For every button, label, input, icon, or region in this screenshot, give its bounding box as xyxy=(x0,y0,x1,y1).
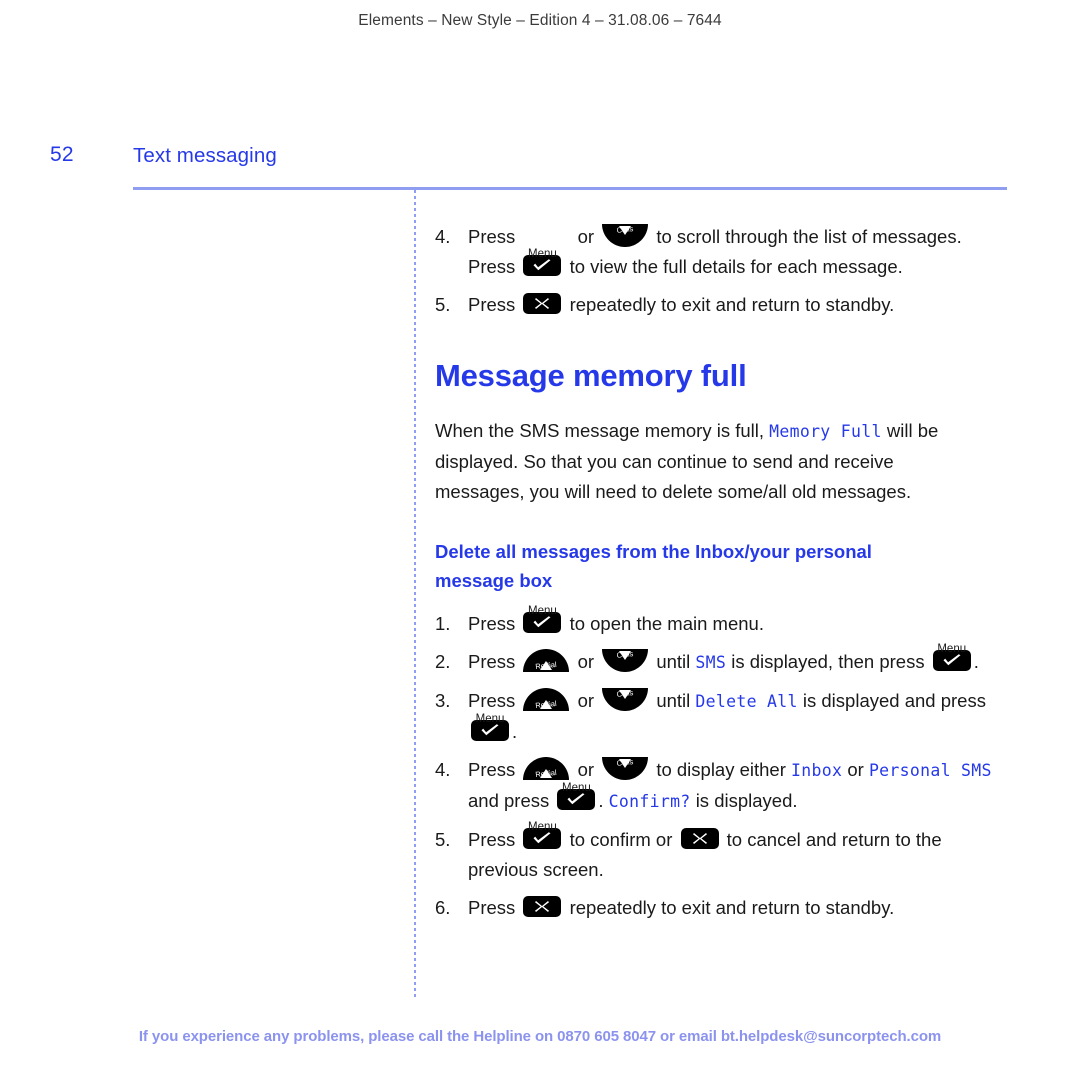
step-text: Press xyxy=(468,651,516,672)
checkmark-icon xyxy=(533,259,551,271)
step-text: to view the full details for each messag… xyxy=(569,256,903,277)
main-content: 4. Press or Calls to scroll through the … xyxy=(435,222,1007,931)
cancel-x-key-icon xyxy=(523,293,562,314)
list-item: 4. Press or Calls to scroll through the … xyxy=(435,222,1007,282)
lcd-personal-sms: Personal SMS xyxy=(868,761,992,780)
step-text: to open the main menu. xyxy=(569,613,764,634)
menu-tick-key-icon: Menu xyxy=(471,713,509,741)
intro-paragraph: When the SMS message memory is full, Mem… xyxy=(435,416,975,507)
close-x-icon xyxy=(535,298,550,309)
vertical-dotted-divider xyxy=(414,190,416,1000)
step-number: 1. xyxy=(435,613,451,634)
step-text: is displayed, then press xyxy=(731,651,925,672)
calls-down-key-icon: Calls xyxy=(602,649,649,672)
calls-key-label: Calls xyxy=(616,649,634,660)
step-text: is displayed. xyxy=(695,790,798,811)
calls-key-label: Calls xyxy=(616,688,634,699)
step-text: or xyxy=(577,226,595,247)
step-text: Press xyxy=(468,897,516,918)
step-text: or xyxy=(577,651,595,672)
triangle-up-icon xyxy=(540,661,553,670)
step-text: to confirm or xyxy=(569,829,673,850)
step-number: 4. xyxy=(435,226,451,247)
cancel-x-key-icon xyxy=(680,828,719,849)
lcd-inbox: Inbox xyxy=(791,761,843,780)
cancel-x-key-icon xyxy=(523,896,562,917)
step-text: Press xyxy=(468,256,516,277)
checkmark-icon xyxy=(533,616,551,628)
step-text: . xyxy=(512,721,518,742)
checkmark-icon xyxy=(567,793,585,805)
lcd-delete-all: Delete All xyxy=(695,692,798,711)
step-text: until xyxy=(656,690,691,711)
triangle-up-icon xyxy=(540,769,553,778)
redial-up-key-icon: Redial xyxy=(523,688,570,711)
step-text: is displayed and press xyxy=(802,690,986,711)
step-text: repeatedly to exit and return to standby… xyxy=(569,897,895,918)
delete-all-steps-list: 1. Press Menu to open the main menu. 2. … xyxy=(435,605,1007,923)
calls-key-label: Calls xyxy=(616,757,634,768)
paragraph-text: When the SMS message memory is full, xyxy=(435,420,764,441)
triangle-up-icon xyxy=(540,700,553,709)
step-number: 3. xyxy=(435,690,451,711)
page-footer: If you experience any problems, please c… xyxy=(138,1028,942,1045)
step-text: and press xyxy=(468,790,550,811)
calls-down-key-icon: Calls xyxy=(602,688,649,711)
menu-tick-key-icon: Menu xyxy=(523,821,562,849)
step-text: Press xyxy=(468,226,516,247)
sub-heading: Delete all messages from the Inbox/your … xyxy=(435,541,872,591)
list-item: 2. Press Redial or Calls until SMS is di… xyxy=(435,643,1007,678)
checkmark-icon xyxy=(481,724,499,736)
checkmark-icon xyxy=(533,832,551,844)
continued-steps-list: 4. Press or Calls to scroll through the … xyxy=(435,222,1007,320)
step-text: until xyxy=(656,651,691,672)
step-number: 5. xyxy=(435,829,451,850)
list-item: 5. Press Menu to confirm or to cancel an… xyxy=(435,821,1007,885)
step-text: . xyxy=(598,790,604,811)
section-heading: Message memory full xyxy=(435,358,747,393)
page-title-row: 52 Text messaging xyxy=(0,143,1080,175)
step-text: to display either xyxy=(656,759,786,780)
step-text: to scroll through the list of messages. xyxy=(656,226,962,247)
calls-down-key-icon: Calls xyxy=(602,224,649,247)
list-item: 6. Press repeatedly to exit and return t… xyxy=(435,893,1007,923)
step-text: or xyxy=(577,690,595,711)
step-text: Press xyxy=(468,613,516,634)
page-number: 52 xyxy=(50,143,74,166)
step-number: 6. xyxy=(435,897,451,918)
step-text: Press xyxy=(468,759,516,780)
running-header: Elements – New Style – Edition 4 – 31.08… xyxy=(358,12,722,29)
close-x-icon xyxy=(535,901,550,912)
menu-tick-key-icon: Menu xyxy=(523,248,562,276)
page-title: Text messaging xyxy=(133,144,277,167)
step-text: or xyxy=(847,759,864,780)
step-text: Press xyxy=(468,294,516,315)
calls-down-key-icon: Calls xyxy=(602,757,649,780)
lcd-sms: SMS xyxy=(695,653,727,672)
list-item: 4. Press Redial or Calls to display eith… xyxy=(435,755,1007,817)
step-number: 4. xyxy=(435,759,451,780)
list-item: 3. Press Redial or Calls until Delete Al… xyxy=(435,686,1007,747)
step-text: Press xyxy=(468,829,516,850)
horizontal-divider xyxy=(133,187,1007,190)
step-number: 5. xyxy=(435,294,451,315)
step-number: 2. xyxy=(435,651,451,672)
list-item: 1. Press Menu to open the main menu. xyxy=(435,605,1007,639)
step-text: . xyxy=(973,651,979,672)
list-item: 5. Press repeatedly to exit and return t… xyxy=(435,290,1007,320)
lcd-memory-full: Memory Full xyxy=(769,422,882,441)
lcd-confirm: Confirm? xyxy=(608,792,691,811)
menu-tick-key-icon: Menu xyxy=(932,643,971,671)
checkmark-icon xyxy=(943,654,961,666)
menu-tick-key-icon: Menu xyxy=(557,782,596,810)
step-text: repeatedly to exit and return to standby… xyxy=(569,294,895,315)
calls-key-label: Calls xyxy=(616,224,634,235)
close-x-icon xyxy=(692,833,707,844)
redial-up-key-icon: Redial xyxy=(523,649,570,672)
menu-tick-key-icon: Menu xyxy=(523,605,562,633)
